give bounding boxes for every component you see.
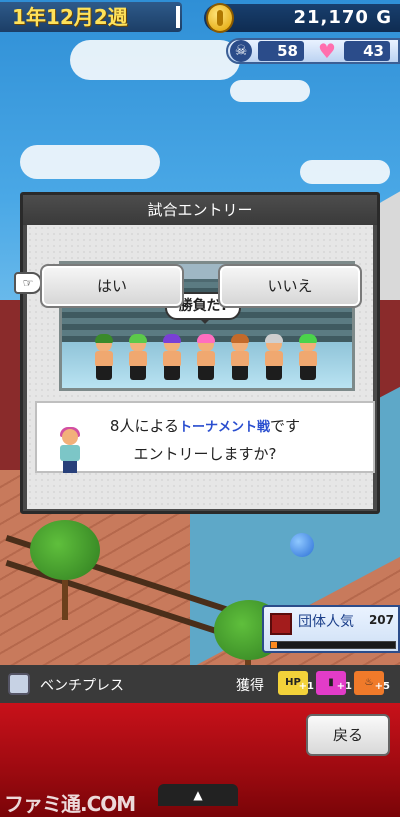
date-display: 1年12月2週 [0,2,182,32]
back-button[interactable]: 戻る [306,714,390,756]
fighter-hair [265,334,283,343]
book-icon: ▮ +1 [316,671,352,695]
fighter-torso [231,351,249,367]
fighter-hair [299,334,317,343]
fighter-hair [231,334,249,343]
yes-button[interactable]: はい [40,264,184,308]
no-button[interactable]: いいえ [218,264,362,308]
hand-pointer-icon: ☞ [14,272,42,294]
message-line-1: 8人によるトーナメント戦です [37,415,373,436]
entry-dialog: 試合エントリー 勝負だ! 8人によるトーナメント戦です エントリーしますか? [20,192,380,514]
fighter-torso [95,351,113,367]
fighter-sprite [228,334,252,380]
gain-amount: +1 [298,681,314,692]
skull-icon: ☠ [230,40,252,62]
gain-amount: +1 [336,681,352,692]
cloud [230,80,310,102]
fighter-sprite [92,334,116,380]
tree [30,520,100,580]
avatar-body [60,445,80,461]
fighter-pants [232,366,248,380]
task-bar: ベンチプレス 獲得 HP +1 ▮ +1 ♨ +5 [0,665,400,703]
fighter-sprite [296,334,320,380]
fighter-hair [95,334,113,343]
fighter-sprite [262,334,286,380]
avatar-legs [63,461,77,473]
popularity-panel: 団体人気 207 [262,605,400,653]
fighter-sprite [160,334,184,380]
demon-mask-icon [270,613,292,635]
watermark: ファミ通.COM [4,792,136,816]
fighter-hair [129,334,147,343]
cloud [300,160,390,184]
fighter-pants [300,366,316,380]
divider [176,6,180,28]
cloud [20,145,160,179]
fighter-hair [163,334,181,343]
exercise-ball [290,533,314,557]
popularity-bar-fill [271,642,278,648]
heart-icon: ♥ [318,39,336,63]
message-text: です [270,417,301,435]
fighter-torso [265,351,283,367]
top-hud: 1年12月2週 21,170 G [0,0,400,34]
gain-icon-text: ▮ [328,677,334,688]
message-text: 8人による [109,417,180,435]
gain-amount: +5 [374,681,390,692]
heart-up-icon: ♨ +5 [354,671,390,695]
skull-count: 58 [258,41,304,61]
dumbbell-icon [8,673,30,695]
fighter-pants [198,366,214,380]
tournament-highlight: トーナメント戦 [179,420,271,435]
fighter-torso [129,351,147,367]
fighter-pants [164,366,180,380]
gain-icon-text: ♨ [364,677,374,688]
drawer-toggle-icon[interactable]: ▲ [158,784,238,806]
fighter-pants [96,366,112,380]
heart-count: 43 [344,41,390,61]
fighter-sprite [126,334,150,380]
cloud [70,40,240,80]
fighter-torso [197,351,215,367]
popularity-value: 207 [368,613,394,627]
dialog-title: 試合エントリー [23,195,377,225]
task-label: ベンチプレス [40,678,124,694]
hp-icon: HP +1 [278,671,314,695]
fighter-sprite [194,334,218,380]
fighter-hair [197,334,215,343]
popularity-bar [270,641,396,649]
fighter-pants [266,366,282,380]
message-box: 8人によるトーナメント戦です エントリーしますか? [35,401,375,473]
popularity-label: 団体人気 [298,614,354,630]
manager-avatar [57,427,83,473]
gain-label: 獲得 [236,678,264,694]
avatar-head [62,429,78,445]
fighter-pants [130,366,146,380]
coin-icon [206,3,234,33]
message-line-2: エントリーしますか? [133,445,277,463]
fighter-torso [163,351,181,367]
fighter-torso [299,351,317,367]
